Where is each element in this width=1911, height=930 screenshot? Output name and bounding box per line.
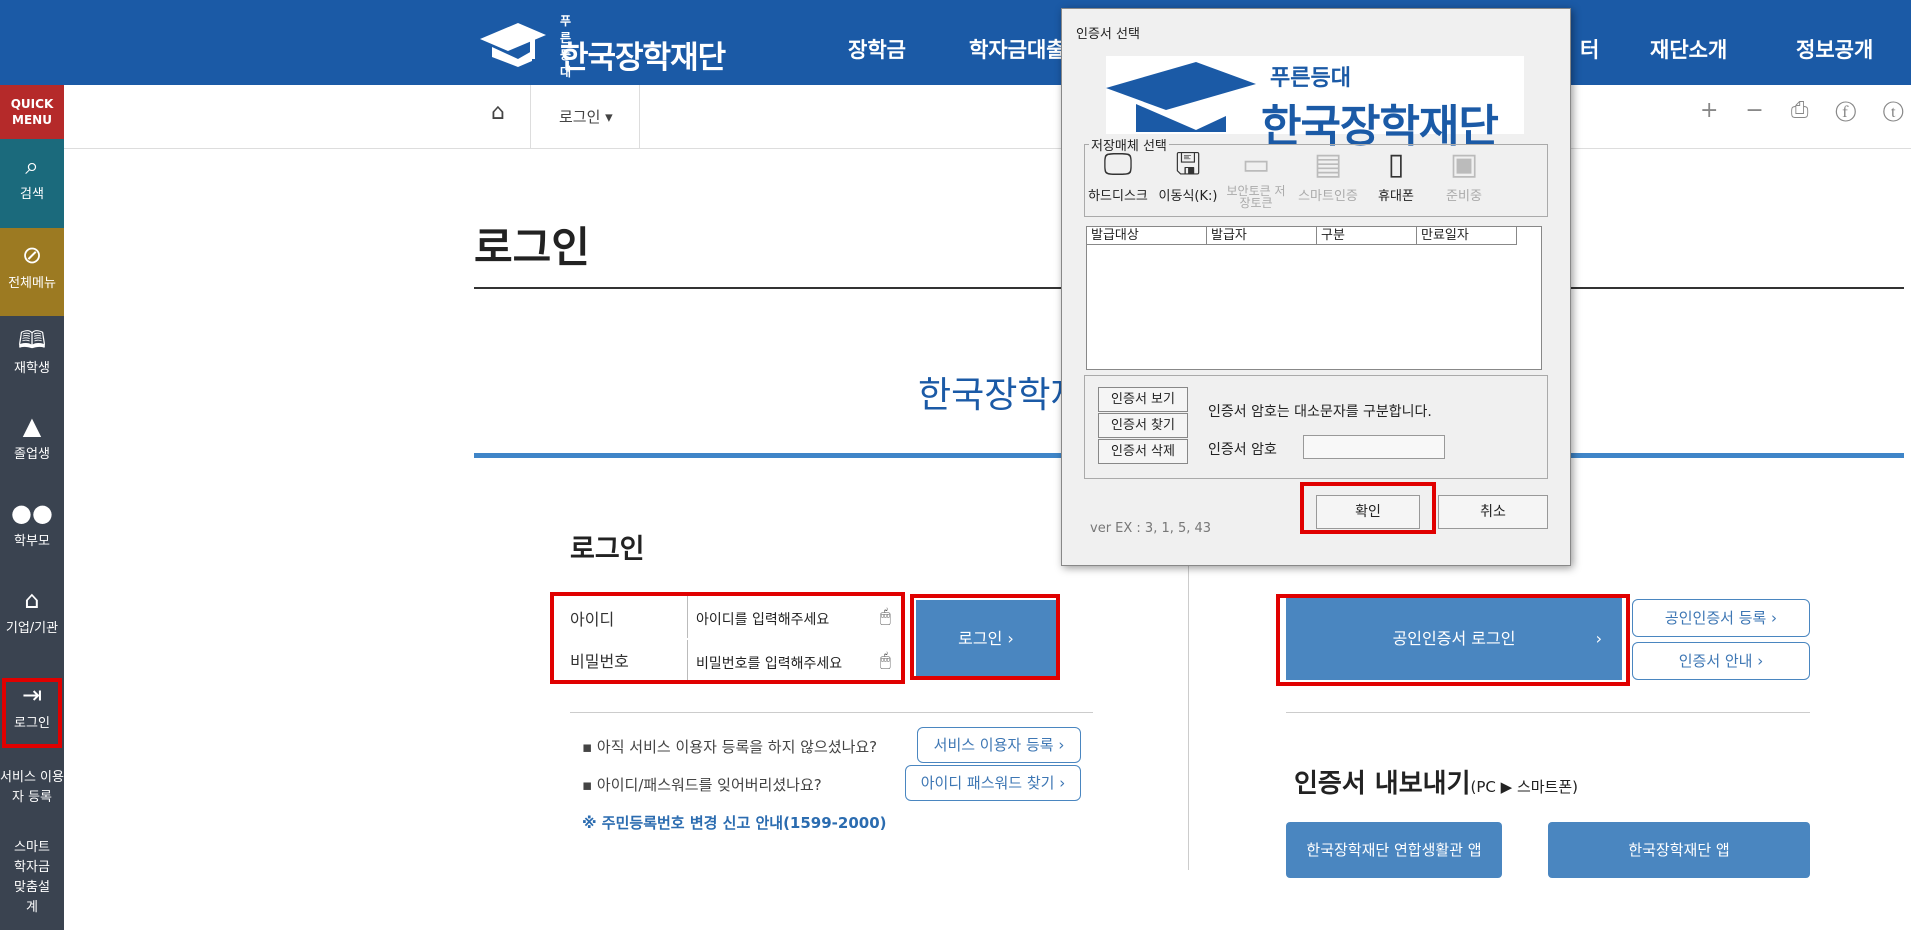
breadcrumb[interactable]: 로그인 ▾ [530,85,640,149]
media-security-token: ▭ 보안토큰 저장토큰 [1222,145,1290,209]
dialog-logo-slogan: 푸른등대 [1270,66,1351,91]
quick-smart-plan[interactable]: 스마트 학자금 맞춤설계 [0,838,64,918]
top-header [0,0,1911,85]
graduation-cap-icon: ▲ [22,412,42,440]
cert-pw-label: 인증서 암호 [1208,442,1277,458]
media-removable[interactable]: 🖫 이동식(K:) [1154,145,1222,204]
phone-icon: ▯ [1387,147,1405,182]
media-harddisk[interactable]: 🖵 하드디스크 [1084,145,1152,204]
cert-select-dialog: 인증서 선택 푸른등대 한국장학재단 저장매체 선택 🖵 하드디스크 🖫 이동식(K… [1061,8,1571,566]
find-note: ▪ 아이디/패스워드를 잊어버리셨나요? [582,776,822,794]
col-type[interactable]: 구분 [1317,227,1417,245]
quick-graduate[interactable]: ▲ 졸업생 [0,413,64,462]
highlight-login-button [910,594,1060,680]
kosaf-app-button[interactable]: 한국장학재단 앱 [1548,822,1810,878]
usb-drive-icon: 🖫 [1175,147,1201,182]
cert-export-heading: 인증서 내보내기(PC ▶ 스마트폰) [1294,769,1578,799]
search-icon: ⌕ [25,152,39,180]
col-issuer[interactable]: 발급자 [1207,227,1317,245]
nav-loan[interactable]: 학자금대출 [969,34,1066,64]
people-icon: ●● [11,499,53,527]
quick-student[interactable]: 🕮 재학생 [0,327,64,376]
graduation-cap-icon [1106,62,1256,132]
quick-search[interactable]: ⌕ 검색 [0,153,64,202]
graduation-cap-icon [480,23,546,67]
register-note: ▪ 아직 서비스 이용자 등록을 하지 않으셨나요? [582,738,878,756]
sub-bar [64,85,1911,149]
pending-icon: ▣ [1449,147,1479,182]
dialog-logo: 푸른등대 한국장학재단 [1106,56,1524,152]
col-expiry[interactable]: 만료일자 [1417,227,1517,245]
case-sensitive-note: 인증서 암호는 대소문자를 구분합니다. [1208,404,1432,420]
highlight-ok-button [1300,482,1436,534]
cert-register-button[interactable]: 공인인증서 등록 › [1632,599,1810,637]
cert-divider [1286,712,1810,713]
dormitory-app-button[interactable]: 한국장학재단 연합생활관 앱 [1286,822,1502,878]
resident-number-notice[interactable]: ※ 주민등록번호 변경 신고 안내(1599-2000) [582,812,887,833]
nav-about[interactable]: 재단소개 [1650,34,1727,64]
view-cert-button[interactable]: 인증서 보기 [1098,387,1188,412]
quick-parent[interactable]: ●● 학부모 [0,500,64,549]
highlight-quick-login [2,678,62,748]
quick-all-menu[interactable]: ⊘ 전체메뉴 [0,242,64,291]
version-text: ver EX : 3, 1, 5, 43 [1090,521,1212,536]
nav-disclosure[interactable]: 정보공개 [1796,34,1873,64]
cert-password-input[interactable] [1303,435,1445,459]
institution-icon: ⌂ [24,586,40,614]
cert-guide-button[interactable]: 인증서 안내 › [1632,642,1810,680]
find-account-button[interactable]: 아이디 패스워드 찾기 › [905,765,1081,801]
security-token-icon: ▭ [1241,147,1271,182]
login-divider [570,712,1093,713]
book-icon: 🕮 [17,326,47,354]
media-phone[interactable]: ▯ 휴대폰 [1362,145,1430,204]
home-icon[interactable]: ⌂ [491,100,505,125]
highlight-login-fields [550,592,905,684]
nav-center[interactable]: 터 [1580,34,1599,64]
cert-list[interactable]: 발급대상 발급자 구분 만료일자 [1086,226,1542,370]
nav-scholarship[interactable]: 장학금 [848,34,906,64]
highlight-cert-login [1276,594,1630,686]
smart-auth-icon: ▤ [1313,147,1343,182]
login-heading: 로그인 [570,534,645,565]
col-subject[interactable]: 발급대상 [1087,227,1207,245]
logo-text: 한국장학재단 [560,40,726,76]
column-divider [1188,560,1189,870]
compass-icon: ⊘ [21,241,43,269]
media-smart-auth: ▤ 스마트인증 [1294,145,1362,204]
find-cert-button[interactable]: 인증서 찾기 [1098,413,1188,438]
dialog-title: 인증서 선택 [1076,27,1140,42]
page-title: 로그인 [474,223,590,272]
media-pending: ▣ 준비중 [1430,145,1498,204]
service-register-button[interactable]: 서비스 이용자 등록 › [917,727,1081,763]
page-tools[interactable]: + − ⎙ ⓕ ⓣ ⓑ [1700,98,1911,123]
cancel-button[interactable]: 취소 [1438,495,1548,529]
quick-service-register[interactable]: 서비스 이용자 등록 [0,768,64,808]
quick-menu-title: QUICK MENU [0,85,64,139]
site-logo[interactable]: 푸른등대 한국장학재단 [478,10,726,79]
monitor-icon: 🖵 [1103,147,1133,182]
quick-company[interactable]: ⌂ 기업/기관 [0,587,64,636]
delete-cert-button[interactable]: 인증서 삭제 [1098,439,1188,464]
page-subtitle: 한국장학재 [918,375,1084,416]
